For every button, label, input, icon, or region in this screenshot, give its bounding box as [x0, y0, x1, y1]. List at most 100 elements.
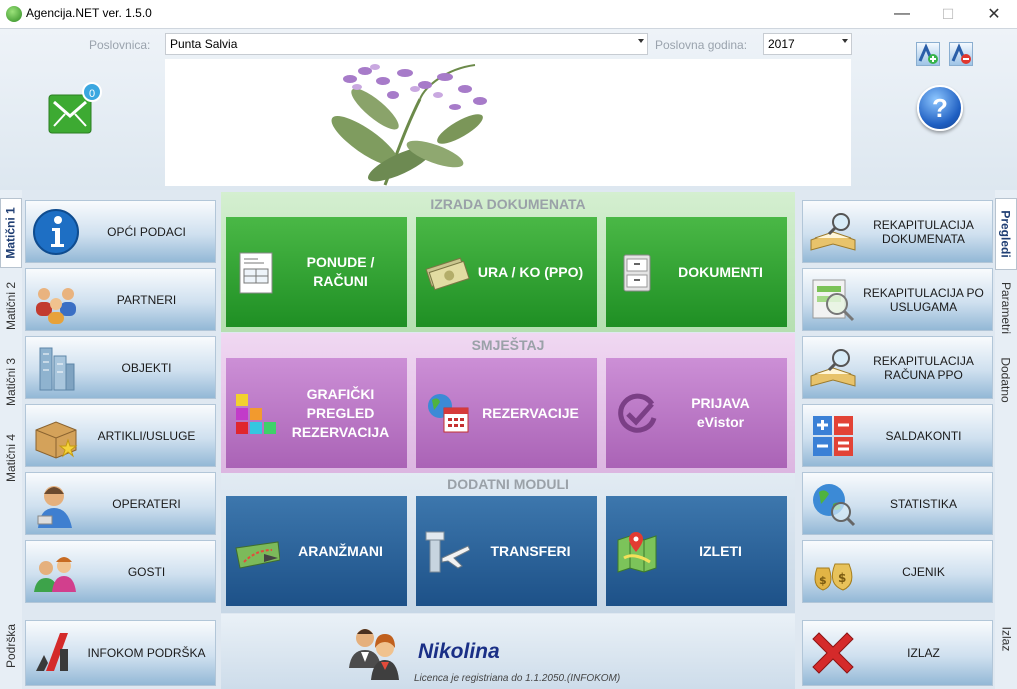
right-tab-strip: Pregledi Parametri Dodatno Izlaz [995, 190, 1017, 689]
tab-dodatno[interactable]: Dodatno [995, 344, 1017, 416]
filing-cabinet-icon [614, 249, 660, 295]
tile-label: IZLETI [699, 542, 742, 559]
tile-offers-invoices[interactable]: PONUDE / RAČUNI [226, 217, 407, 327]
tab-label: Izlaz [999, 626, 1013, 652]
tile-label: REZERVACIJE [482, 404, 579, 421]
left-tab-strip: Matični 1 Matični 2 Matični 3 Matični 4 … [0, 190, 22, 689]
chevron-down-icon [842, 39, 848, 43]
money-bags-icon: $ $ [807, 546, 859, 598]
button-label: REKAPITULACIJA DOKUMENATA [873, 217, 974, 246]
tab-label: Matični 4 [4, 433, 18, 483]
chevron-down-icon [638, 39, 644, 43]
tile-ura-ko-ppo[interactable]: URA / KO (PPO) [416, 217, 597, 327]
tile-label: TRANSFERI [490, 542, 571, 559]
modules-section-title: DODATNI MODULI [447, 476, 569, 492]
evisitor-check-icon [614, 390, 660, 436]
mail-button[interactable]: 0 [48, 82, 102, 136]
map-route-icon [234, 528, 281, 574]
calculator-icon [807, 410, 859, 462]
operators-button[interactable]: OPERATERI [25, 472, 216, 535]
tile-transfers[interactable]: TRANSFERI [416, 496, 597, 606]
help-icon: ? [932, 92, 948, 123]
help-button[interactable]: ? [917, 85, 963, 131]
tile-label: DOKUMENTI [678, 263, 763, 280]
tab-label: Matični 1 [4, 207, 19, 259]
maximize-button[interactable]: ☐ [925, 0, 971, 28]
tab-parametri[interactable]: Parametri [995, 272, 1017, 344]
mail-count-badge: 0 [82, 82, 102, 102]
button-label: IZLAZ [907, 646, 940, 660]
color-grid-icon [234, 390, 280, 436]
footer-panel: Nikolina Licenca je registriana do 1.1.2… [221, 614, 795, 689]
button-label: OPERATERI [112, 496, 181, 511]
items-services-button[interactable]: ARTIKLI/USLUGE [25, 404, 216, 467]
saldakonti-button[interactable]: SALDAKONTI [802, 404, 993, 467]
statistics-button[interactable]: STATISTIKA [802, 472, 993, 535]
infokom-support-button[interactable]: INFOKOM PODRŠKA [25, 620, 216, 686]
operator-icon [30, 478, 82, 530]
exit-button[interactable]: IZLAZ [802, 620, 993, 686]
button-label: OPĆI PODACI [107, 224, 186, 239]
tile-reservations[interactable]: REZERVACIJE [416, 358, 597, 468]
tab-izlaz[interactable]: Izlaz [995, 610, 1017, 668]
search-list-icon [807, 274, 859, 326]
font-decrease-icon [951, 43, 971, 64]
tab-maticni-2[interactable]: Matični 2 [0, 270, 22, 342]
branch-select[interactable]: Punta Salvia [165, 33, 648, 55]
tile-documents[interactable]: DOKUMENTI [606, 217, 787, 327]
tab-label: Pregledi [999, 210, 1014, 258]
svg-text:$: $ [819, 574, 827, 587]
button-label: REKAPITULACIJA PO USLUGAMA [863, 285, 984, 314]
tab-pregledi[interactable]: Pregledi [995, 198, 1017, 270]
zoom-out-button[interactable] [949, 42, 973, 66]
button-label: CJENIK [902, 564, 945, 579]
tile-label: PONUDE / RAČUNI [306, 254, 375, 289]
svg-text:$: $ [838, 571, 846, 585]
tab-maticni-1[interactable]: Matični 1 [0, 198, 22, 268]
close-button[interactable]: ✕ [971, 0, 1017, 28]
document-recap-button[interactable]: REKAPITULACIJA DOKUMENATA [802, 200, 993, 263]
partners-button[interactable]: PARTNERI [25, 268, 216, 331]
year-select-value: 2017 [768, 37, 795, 51]
tile-graphic-reservations[interactable]: GRAFIČKI PREGLED REZERVACIJA [226, 358, 407, 468]
button-label: PARTNERI [116, 292, 177, 307]
app-icon [6, 6, 22, 22]
buildings-icon [30, 342, 82, 394]
price-list-button[interactable]: $ $ CJENIK [802, 540, 993, 603]
branch-select-value: Punta Salvia [170, 37, 238, 51]
tile-label: URA / KO (PPO) [477, 263, 584, 280]
button-label: OBJEKTI [121, 360, 172, 375]
box-icon [30, 410, 82, 462]
sage-plant-illustration [331, 64, 487, 186]
red-x-icon [807, 627, 859, 679]
services-recap-button[interactable]: REKAPITULACIJA PO USLUGAMA [802, 268, 993, 331]
title-bar: Agencija.NET ver. 1.5.0 — ☐ ✕ [0, 0, 1017, 29]
tab-maticni-4[interactable]: Matični 4 [0, 422, 22, 494]
year-select[interactable]: 2017 [763, 33, 852, 55]
general-data-button[interactable]: OPĆI PODACI [25, 200, 216, 263]
banknotes-icon [424, 249, 470, 295]
users-avatar-icon [345, 622, 405, 682]
objects-button[interactable]: OBJEKTI [25, 336, 216, 399]
tab-podrska[interactable]: Podrška [0, 610, 22, 682]
invoice-document-icon [234, 249, 280, 295]
banner-image [165, 59, 851, 186]
tile-excursions[interactable]: IZLETI [606, 496, 787, 606]
tile-label: ARANŽMANI [298, 542, 383, 559]
tab-maticni-3[interactable]: Matični 3 [0, 346, 22, 418]
tab-label: Dodatno [999, 357, 1013, 403]
tile-label: GRAFIČKI PREGLED REZERVACIJA [291, 385, 390, 440]
minimize-button[interactable]: — [879, 0, 925, 28]
branch-label: Poslovnica: [89, 38, 151, 52]
book-magnifier-icon [807, 206, 859, 258]
button-label: INFOKOM PODRŠKA [87, 646, 206, 660]
info-icon [30, 206, 82, 258]
guests-icon [30, 546, 82, 598]
tile-arrangements[interactable]: ARANŽMANI [226, 496, 407, 606]
infokom-logo-icon [30, 627, 82, 679]
ppo-invoice-recap-button[interactable]: REKAPITULACIJA RAČUNA PPO [802, 336, 993, 399]
globe-calendar-icon [424, 390, 470, 436]
tile-evisitor-registration[interactable]: PRIJAVA eVistor [606, 358, 787, 468]
guests-button[interactable]: GOSTI [25, 540, 216, 603]
zoom-in-button[interactable] [916, 42, 940, 66]
